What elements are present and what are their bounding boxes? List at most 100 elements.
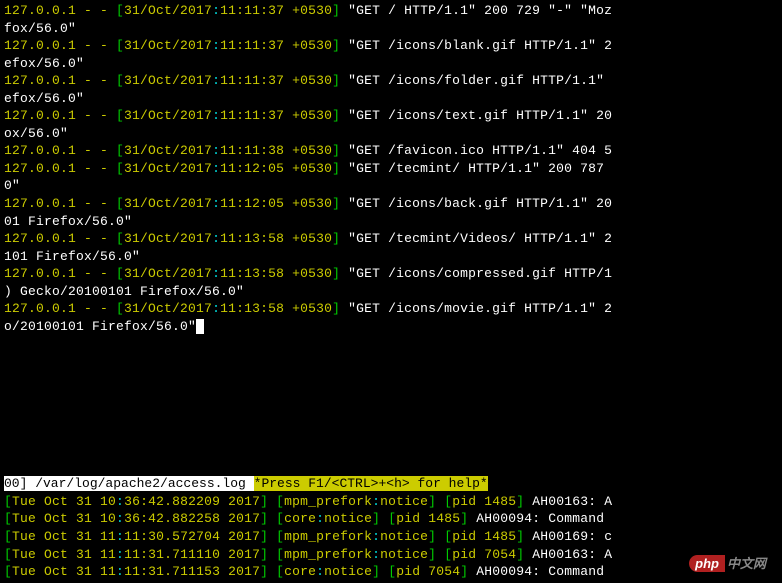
bracket-close: ] (332, 161, 340, 176)
access-log-wrap: fox/56.0" (4, 20, 778, 38)
log-date: 31/Oct/2017 (124, 3, 212, 18)
request-text: "GET /favicon.ico HTTP/1.1" 404 5 (340, 143, 612, 158)
request-text: "GET /icons/back.gif HTTP/1.1" 20 (340, 196, 612, 211)
bracket-open: [ (4, 547, 12, 562)
log-time: 11:11:37 +0530 (220, 73, 332, 88)
separator: : (212, 143, 220, 158)
bracket-open: [ (444, 494, 452, 509)
pid: pid 7054 (396, 564, 460, 579)
access-log-wrap: o/20100101 Firefox/56.0" (4, 318, 778, 336)
request-text: "GET /tecmint/ HTTP/1.1" 200 787 (340, 161, 612, 176)
request-text: "GET /icons/movie.gif HTTP/1.1" 2 (340, 301, 612, 316)
access-log-pane[interactable]: 127.0.0.1 - - [31/Oct/2017:11:11:37 +053… (4, 2, 778, 335)
watermark-php: php (689, 555, 725, 572)
log-message: AH00169: c (524, 529, 612, 544)
status-bar: 00] /var/log/apache2/access.log *Press F… (4, 475, 778, 493)
separator: : (116, 547, 124, 562)
client-ip: 127.0.0.1 - - (4, 161, 116, 176)
log-level: notice (324, 511, 372, 526)
module-name: mpm_prefork (284, 547, 372, 562)
pid: pid 1485 (452, 529, 516, 544)
error-log-pane[interactable]: [Tue Oct 31 10:36:42.882209 2017] [mpm_p… (4, 493, 778, 581)
access-log-line: 127.0.0.1 - - [31/Oct/2017:11:11:37 +053… (4, 2, 778, 20)
bracket-open: [ (388, 564, 396, 579)
log-date: Tue Oct 31 11 (12, 529, 116, 544)
bracket-close: ] (260, 494, 276, 509)
bracket-close: ] (260, 529, 276, 544)
log-date: 31/Oct/2017 (124, 231, 212, 246)
wrap-text: efox/56.0" (4, 56, 84, 71)
log-date: 31/Oct/2017 (124, 301, 212, 316)
separator: : (372, 529, 380, 544)
bracket-open: [ (4, 511, 12, 526)
log-time: 11:31.711153 2017 (124, 564, 260, 579)
text-cursor (196, 319, 204, 334)
bracket-close: ] (260, 547, 276, 562)
wrap-text: 0" (4, 178, 20, 193)
watermark-cn: 中文网 (725, 555, 768, 572)
separator: : (316, 564, 324, 579)
access-log-line: 127.0.0.1 - - [31/Oct/2017:11:11:38 +053… (4, 142, 778, 160)
log-time: 11:11:38 +0530 (220, 143, 332, 158)
bracket-open: [ (116, 161, 124, 176)
bracket-close: ] (260, 511, 276, 526)
log-message: AH00094: Command (468, 511, 612, 526)
bracket-open: [ (276, 529, 284, 544)
log-date: Tue Oct 31 10 (12, 511, 116, 526)
error-log-line: [Tue Oct 31 10:36:42.882258 2017] [core:… (4, 510, 778, 528)
log-time: 11:12:05 +0530 (220, 161, 332, 176)
separator: : (372, 547, 380, 562)
bracket-close: ] (372, 511, 388, 526)
wrap-text: 01 Firefox/56.0" (4, 214, 132, 229)
log-level: notice (324, 564, 372, 579)
bracket-close: ] (428, 529, 444, 544)
bracket-close: ] (428, 494, 444, 509)
access-log-line: 127.0.0.1 - - [31/Oct/2017:11:12:05 +053… (4, 195, 778, 213)
separator: : (212, 161, 220, 176)
bracket-close: ] (332, 301, 340, 316)
access-log-wrap: 101 Firefox/56.0" (4, 248, 778, 266)
log-time: 11:13:58 +0530 (220, 301, 332, 316)
wrap-text: o/20100101 Firefox/56.0" (4, 319, 196, 334)
access-log-wrap: 0" (4, 177, 778, 195)
access-log-line: 127.0.0.1 - - [31/Oct/2017:11:13:58 +053… (4, 265, 778, 283)
module-name: core (284, 564, 316, 579)
bracket-close: ] (372, 564, 388, 579)
wrap-text: ) Gecko/20100101 Firefox/56.0" (4, 284, 244, 299)
request-text: "GET /icons/text.gif HTTP/1.1" 20 (340, 108, 612, 123)
separator: : (212, 38, 220, 53)
request-text: "GET / HTTP/1.1" 200 729 "-" "Moz (340, 3, 612, 18)
log-date: Tue Oct 31 11 (12, 547, 116, 562)
bracket-close: ] (332, 73, 340, 88)
log-date: 31/Oct/2017 (124, 38, 212, 53)
client-ip: 127.0.0.1 - - (4, 301, 116, 316)
separator: : (212, 196, 220, 211)
separator: : (116, 511, 124, 526)
error-log-line: [Tue Oct 31 11:11:31.711110 2017] [mpm_p… (4, 546, 778, 564)
log-date: Tue Oct 31 10 (12, 494, 116, 509)
log-level: notice (380, 529, 428, 544)
separator: : (212, 73, 220, 88)
log-level: notice (380, 494, 428, 509)
access-log-wrap: ) Gecko/20100101 Firefox/56.0" (4, 283, 778, 301)
log-time: 11:13:58 +0530 (220, 266, 332, 281)
wrap-text: 101 Firefox/56.0" (4, 249, 140, 264)
bracket-open: [ (276, 564, 284, 579)
bracket-close: ] (332, 3, 340, 18)
access-log-wrap: efox/56.0" (4, 90, 778, 108)
log-date: 31/Oct/2017 (124, 196, 212, 211)
access-log-wrap: efox/56.0" (4, 55, 778, 73)
module-name: core (284, 511, 316, 526)
bracket-close: ] (428, 547, 444, 562)
bracket-open: [ (116, 73, 124, 88)
bracket-close: ] (332, 108, 340, 123)
bracket-open: [ (444, 529, 452, 544)
status-path: 00] /var/log/apache2/access.log (4, 476, 254, 491)
error-log-line: [Tue Oct 31 11:11:30.572704 2017] [mpm_p… (4, 528, 778, 546)
separator: : (116, 529, 124, 544)
access-log-line: 127.0.0.1 - - [31/Oct/2017:11:11:37 +053… (4, 107, 778, 125)
client-ip: 127.0.0.1 - - (4, 143, 116, 158)
log-time: 11:30.572704 2017 (124, 529, 260, 544)
wrap-text: fox/56.0" (4, 21, 76, 36)
log-level: notice (380, 547, 428, 562)
